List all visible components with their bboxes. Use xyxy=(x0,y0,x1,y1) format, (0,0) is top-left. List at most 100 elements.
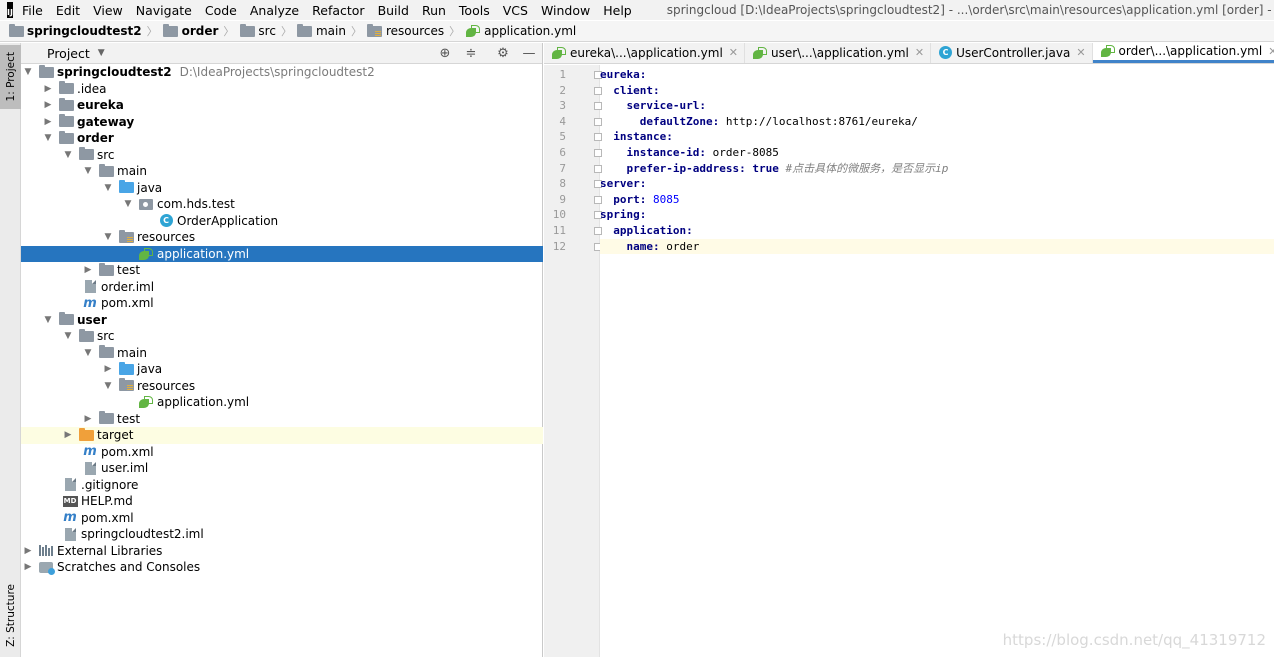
hide-icon[interactable]: — xyxy=(521,45,537,61)
menu-file[interactable]: File xyxy=(22,3,43,18)
chevron-right-icon[interactable]: ▶ xyxy=(43,100,53,110)
code-line[interactable]: spring: xyxy=(600,207,1274,223)
line-number[interactable]: 5 xyxy=(544,129,602,145)
code-line[interactable]: prefer-ip-address: true #点击具体的微服务，是否显示ip xyxy=(600,161,1274,177)
code-line[interactable]: defaultZone: http://localhost:8761/eurek… xyxy=(600,114,1274,130)
line-number[interactable]: 8 xyxy=(544,176,602,192)
structure-tool-tab[interactable]: Z: Structure xyxy=(0,577,21,653)
tree-item-orderapplication[interactable]: C OrderApplication xyxy=(21,213,543,230)
tree-item-order-iml[interactable]: order.iml xyxy=(21,279,543,296)
project-tool-tab[interactable]: 1: Project xyxy=(0,45,21,109)
menu-navigate[interactable]: Navigate xyxy=(136,3,192,18)
tree-item-user-iml[interactable]: user.iml xyxy=(21,460,543,477)
tree-item-main[interactable]: ▼ main xyxy=(21,345,543,362)
chevron-right-icon[interactable]: ▶ xyxy=(23,546,33,556)
chevron-down-icon[interactable]: ▼ xyxy=(98,48,105,58)
chevron-right-icon[interactable]: ▶ xyxy=(43,84,53,94)
code-line[interactable]: instance-id: order-8085 xyxy=(600,145,1274,161)
tree-item-application-yml[interactable]: application.yml xyxy=(21,394,543,411)
chevron-down-icon[interactable]: ▼ xyxy=(103,183,113,193)
tree-item-order[interactable]: ▼ order xyxy=(21,130,543,147)
code-line[interactable]: client: xyxy=(600,83,1274,99)
menu-tools[interactable]: Tools xyxy=(459,3,490,18)
tree-item-resources[interactable]: ▼ resources xyxy=(21,378,543,395)
tree-item-pom-xml[interactable]: m pom.xml xyxy=(21,295,543,312)
chevron-right-icon[interactable]: ▶ xyxy=(83,265,93,275)
tree-item-java[interactable]: ▶ java xyxy=(21,361,543,378)
close-icon[interactable]: ✕ xyxy=(915,46,924,59)
tree-item-scratches[interactable]: ▶ Scratches and Consoles xyxy=(21,559,543,576)
tree-item-src[interactable]: ▼ src xyxy=(21,147,543,164)
tree-item-test[interactable]: ▶ test xyxy=(21,262,543,279)
line-number[interactable]: 10 xyxy=(544,207,602,223)
menu-refactor[interactable]: Refactor xyxy=(312,3,364,18)
tab-eureka-application-yml[interactable]: eureka\...\application.yml ✕ xyxy=(544,43,746,63)
code-line[interactable]: instance: xyxy=(600,129,1274,145)
chevron-down-icon[interactable]: ▼ xyxy=(103,232,113,242)
project-view-title[interactable]: Project xyxy=(47,46,90,61)
chevron-down-icon[interactable]: ▼ xyxy=(123,199,133,209)
menu-build[interactable]: Build xyxy=(378,3,409,18)
line-number[interactable]: 6 xyxy=(544,145,602,161)
breadcrumb-item[interactable]: application.yml xyxy=(465,24,576,38)
menu-analyze[interactable]: Analyze xyxy=(250,3,299,18)
tree-item-gateway[interactable]: ▶ gateway xyxy=(21,114,543,131)
line-number[interactable]: 12 xyxy=(544,239,602,255)
tree-item-java[interactable]: ▼ java xyxy=(21,180,543,197)
menu-view[interactable]: View xyxy=(93,3,123,18)
code-line[interactable]: port: 8085 xyxy=(600,192,1274,208)
line-number[interactable]: 1 xyxy=(544,67,602,83)
breadcrumb-item[interactable]: order xyxy=(163,23,218,38)
menu-run[interactable]: Run xyxy=(422,3,446,18)
code-line[interactable]: application: xyxy=(600,223,1274,239)
tree-item-external-libraries[interactable]: ▶ External Libraries xyxy=(21,543,543,560)
line-number[interactable]: 11 xyxy=(544,223,602,239)
tree-item-pom-xml[interactable]: m pom.xml xyxy=(21,510,543,527)
tree-item-main[interactable]: ▼ main xyxy=(21,163,543,180)
chevron-down-icon[interactable]: ▼ xyxy=(43,133,53,143)
chevron-right-icon[interactable]: ▶ xyxy=(83,414,93,424)
chevron-right-icon[interactable]: ▶ xyxy=(103,364,113,374)
tree-item-resources[interactable]: ▼ resources xyxy=(21,229,543,246)
line-number[interactable]: 9 xyxy=(544,192,602,208)
chevron-down-icon[interactable]: ▼ xyxy=(63,331,73,341)
line-number[interactable]: 7 xyxy=(544,161,602,177)
chevron-down-icon[interactable]: ▼ xyxy=(83,348,93,358)
tree-item-package[interactable]: ▼ com.hds.test xyxy=(21,196,543,213)
close-icon[interactable]: ✕ xyxy=(1268,45,1274,58)
code-line[interactable]: server: xyxy=(600,176,1274,192)
breadcrumb-item[interactable]: springcloudtest2 xyxy=(8,23,142,38)
chevron-down-icon[interactable]: ▼ xyxy=(63,150,73,160)
tree-item-user[interactable]: ▼ user xyxy=(21,312,543,329)
breadcrumb-item[interactable]: main xyxy=(297,23,346,38)
breadcrumb-item[interactable]: src xyxy=(239,23,276,38)
gear-icon[interactable]: ⚙ xyxy=(495,45,511,61)
chevron-down-icon[interactable]: ▼ xyxy=(43,315,53,325)
chevron-down-icon[interactable]: ▼ xyxy=(23,67,33,77)
line-number[interactable]: 3 xyxy=(544,98,602,114)
chevron-right-icon[interactable]: ▶ xyxy=(43,117,53,127)
tree-item-eureka[interactable]: ▶ eureka xyxy=(21,97,543,114)
menu-vcs[interactable]: VCS xyxy=(503,3,528,18)
code-line[interactable]: service-url: xyxy=(600,98,1274,114)
tab-user-application-yml[interactable]: user\...\application.yml ✕ xyxy=(745,43,932,63)
close-icon[interactable]: ✕ xyxy=(729,46,738,59)
tree-item-test[interactable]: ▶ test xyxy=(21,411,543,428)
chevron-right-icon[interactable]: ▶ xyxy=(63,430,73,440)
tab-usercontroller-java[interactable]: C UserController.java ✕ xyxy=(931,43,1093,63)
chevron-right-icon[interactable]: ▶ xyxy=(23,562,33,572)
chevron-down-icon[interactable]: ▼ xyxy=(103,381,113,391)
breadcrumb-item[interactable]: resources xyxy=(367,23,444,38)
code-line[interactable]: name: order xyxy=(600,238,1274,255)
tree-item-pom-xml[interactable]: m pom.xml xyxy=(21,444,543,461)
tree-item-target[interactable]: ▶ target xyxy=(21,427,543,444)
menu-edit[interactable]: Edit xyxy=(56,3,80,18)
collapse-all-icon[interactable]: ≑ xyxy=(463,45,479,61)
tree-item-help-md[interactable]: MD HELP.md xyxy=(21,493,543,510)
tree-item-gitignore[interactable]: .gitignore xyxy=(21,477,543,494)
chevron-down-icon[interactable]: ▼ xyxy=(83,166,93,176)
tab-order-application-yml[interactable]: order\...\application.yml ✕ xyxy=(1092,43,1274,63)
line-number[interactable]: 2 xyxy=(544,83,602,99)
code-line[interactable]: eureka: xyxy=(600,67,1274,83)
tree-item-src[interactable]: ▼ src xyxy=(21,328,543,345)
